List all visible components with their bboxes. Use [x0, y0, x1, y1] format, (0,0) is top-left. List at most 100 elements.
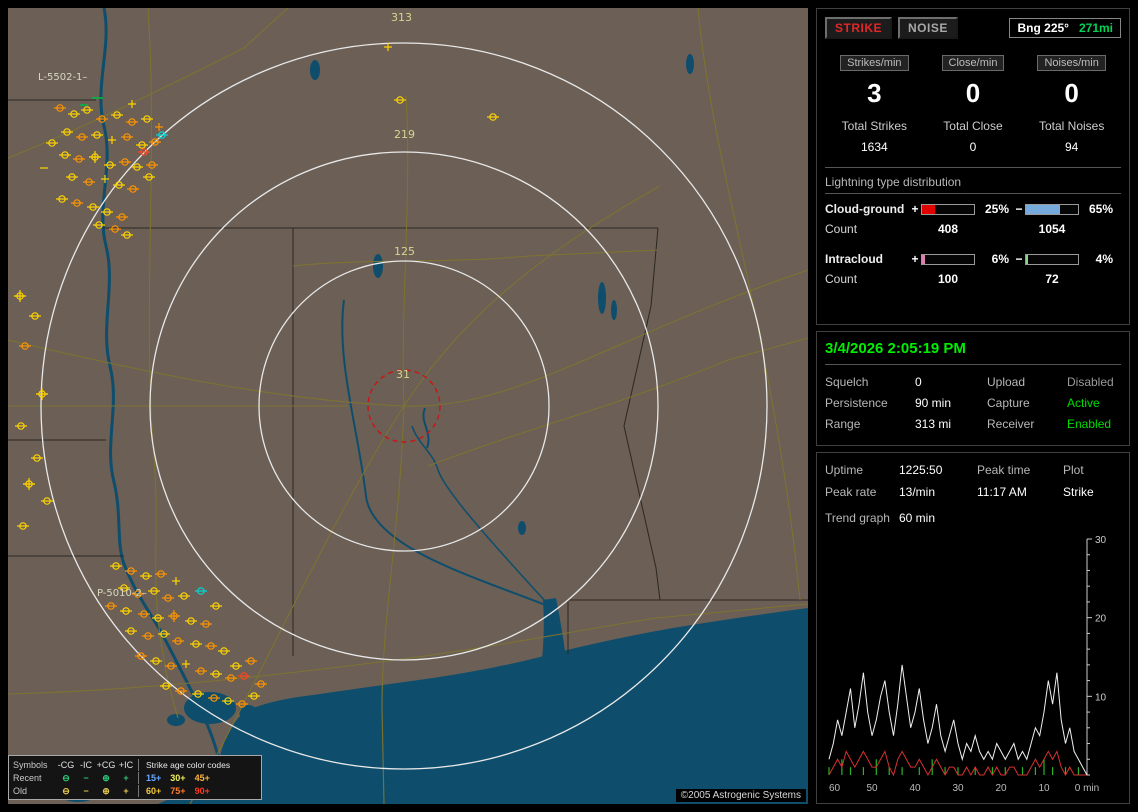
ic-plus-old-icon: + [123, 785, 129, 796]
total-strikes-value: 1634 [860, 140, 888, 154]
bearing-value: Bng 225° [1017, 21, 1069, 35]
close-per-min-label: Close/min [941, 55, 1005, 71]
upload-status: Disabled [1067, 375, 1114, 390]
strike-button[interactable]: STRIKE [825, 17, 893, 39]
legend-col-cg-minus: -CG [57, 759, 75, 770]
uptime-value: 1225:50 [899, 463, 943, 477]
squelch-value: 0 [915, 375, 922, 390]
svg-text:125: 125 [394, 245, 415, 258]
bearing-display: Bng 225° 271mi [1009, 18, 1121, 38]
settings-grid: Squelch 0 Upload Disabled Persistence 90… [825, 375, 1121, 431]
svg-text:313: 313 [391, 11, 412, 24]
plus-sign: + [911, 252, 919, 266]
squelch-label: Squelch [825, 375, 869, 390]
copyright-text: ©2005 Astrogenic Systems [675, 789, 806, 802]
settings-section: 3/4/2026 2:05:19 PM Squelch 0 Upload Dis… [816, 331, 1130, 446]
lightning-map[interactable]: 313 219 125 31 L-5502-1– P-5010-2– Symbols -C… [8, 8, 808, 804]
ic-minus-bar [1025, 253, 1079, 265]
plot-label: Plot [1063, 463, 1084, 477]
svg-text:20: 20 [995, 783, 1007, 794]
trend-graph-label: Trend graph [825, 511, 890, 525]
cloud-ground-count-row: Count 408 1054 [825, 222, 1121, 236]
legend-old-label: Old [13, 785, 28, 796]
svg-text:31: 31 [396, 368, 410, 381]
intracloud-row: Intracloud + 6% − 4% [825, 252, 1121, 266]
ic-minus-count: 72 [1045, 272, 1059, 286]
strikes-per-min-value: 3 [867, 78, 882, 108]
age-code-45: 45+ [194, 772, 210, 783]
minus-sign: − [1015, 202, 1023, 216]
ic-minus-percent: 4% [1095, 252, 1113, 266]
cg-minus-recent-icon: ⊖ [62, 772, 70, 783]
range-value: 313 mi [915, 417, 952, 432]
plot-value: Strike [1063, 485, 1094, 499]
divider [825, 167, 1121, 168]
capture-label: Capture [987, 396, 1030, 411]
ic-plus-percent: 6% [991, 252, 1009, 266]
mode-toolbar: STRIKE NOISE Bng 225° 271mi [825, 17, 1121, 39]
cg-plus-old-icon: ⊕ [102, 785, 110, 796]
svg-text:20: 20 [1095, 614, 1107, 625]
total-noises-value: 94 [1064, 140, 1079, 154]
close-per-min-value: 0 [965, 78, 981, 108]
peak-time-value: 11:17 AM [977, 485, 1027, 499]
peak-rate-value: 13/min [899, 485, 936, 499]
plus-sign: + [911, 202, 919, 216]
cg-minus-count: 1054 [1038, 222, 1066, 236]
total-noises-label: Total Noises [1038, 119, 1105, 133]
trend-graph: 10 20 30 60 50 40 30 20 10 0 min [828, 535, 1107, 794]
total-strikes-label: Total Strikes [841, 119, 907, 133]
map-canvas[interactable]: 313 219 125 31 L-5502-1– P-5010-2– [8, 8, 808, 804]
persistence-value: 90 min [915, 396, 952, 411]
trend-section: Uptime 1225:50 Peak time Plot Peak rate … [816, 452, 1130, 804]
svg-text:L-5502-1–: L-5502-1– [38, 72, 87, 83]
noises-per-min-value: 0 [1064, 78, 1079, 108]
ic-plus-bar [921, 253, 975, 265]
legend-age-header: Strike age color codes [138, 758, 257, 771]
peak-time-label: Peak time [977, 463, 1031, 477]
info-grid: Uptime 1225:50 Peak time Plot Peak rate … [825, 463, 1121, 499]
strikes-per-min-label: Strikes/min [840, 55, 909, 71]
persistence-label: Persistence [825, 396, 888, 411]
cloud-ground-label: Cloud-ground [825, 202, 905, 216]
legend-recent-label: Recent [13, 772, 42, 783]
cloud-ground-row: Cloud-ground + 25% − 65% [825, 202, 1121, 216]
svg-text:0 min: 0 min [1075, 783, 1099, 794]
rate-stats: Strikes/min 3 Total Strikes 1634 Close/m… [825, 53, 1121, 154]
cg-plus-percent: 25% [984, 202, 1009, 216]
statistics-section: STRIKE NOISE Bng 225° 271mi Strikes/min … [816, 8, 1130, 326]
cg-plus-bar [921, 203, 975, 215]
minus-sign: − [1015, 252, 1023, 266]
datetime-display: 3/4/2026 2:05:19 PM [825, 340, 1121, 366]
uptime-label: Uptime [825, 463, 864, 477]
intracloud-count-row: Count 100 72 [825, 272, 1121, 286]
legend-col-cg-plus: +CG [96, 759, 116, 770]
cg-minus-bar [1025, 203, 1079, 215]
map-legend: Symbols -CG -IC +CG +IC Strike age color… [8, 755, 262, 800]
svg-text:50: 50 [866, 783, 878, 794]
noise-button[interactable]: NOISE [898, 17, 958, 39]
ic-plus-count: 100 [937, 272, 959, 286]
bearing-distance: 271mi [1078, 21, 1113, 35]
peak-rate-label: Peak rate [825, 485, 877, 499]
receiver-label: Receiver [987, 417, 1035, 432]
ic-minus-recent-icon: − [83, 772, 89, 783]
svg-text:30: 30 [1095, 535, 1107, 546]
svg-text:30: 30 [952, 783, 964, 794]
upload-label: Upload [987, 375, 1026, 390]
capture-status: Active [1067, 396, 1100, 411]
total-close-label: Total Close [943, 119, 1003, 133]
intracloud-label: Intracloud [825, 252, 884, 266]
svg-text:219: 219 [394, 128, 415, 141]
trend-graph-row: Trend graph 60 min [825, 511, 1121, 525]
age-code-75: 75+ [170, 785, 186, 796]
age-code-15: 15+ [146, 772, 162, 783]
svg-text:10: 10 [1038, 783, 1050, 794]
status-panel: STRIKE NOISE Bng 225° 271mi Strikes/min … [816, 8, 1130, 804]
trend-window-value: 60 min [899, 511, 936, 525]
age-code-90: 90+ [194, 785, 210, 796]
ic-minus-old-icon: − [83, 785, 89, 796]
legend-col-ic-plus: +IC [118, 759, 134, 770]
noises-per-min-label: Noises/min [1037, 55, 1106, 71]
age-code-60: 60+ [146, 785, 162, 796]
